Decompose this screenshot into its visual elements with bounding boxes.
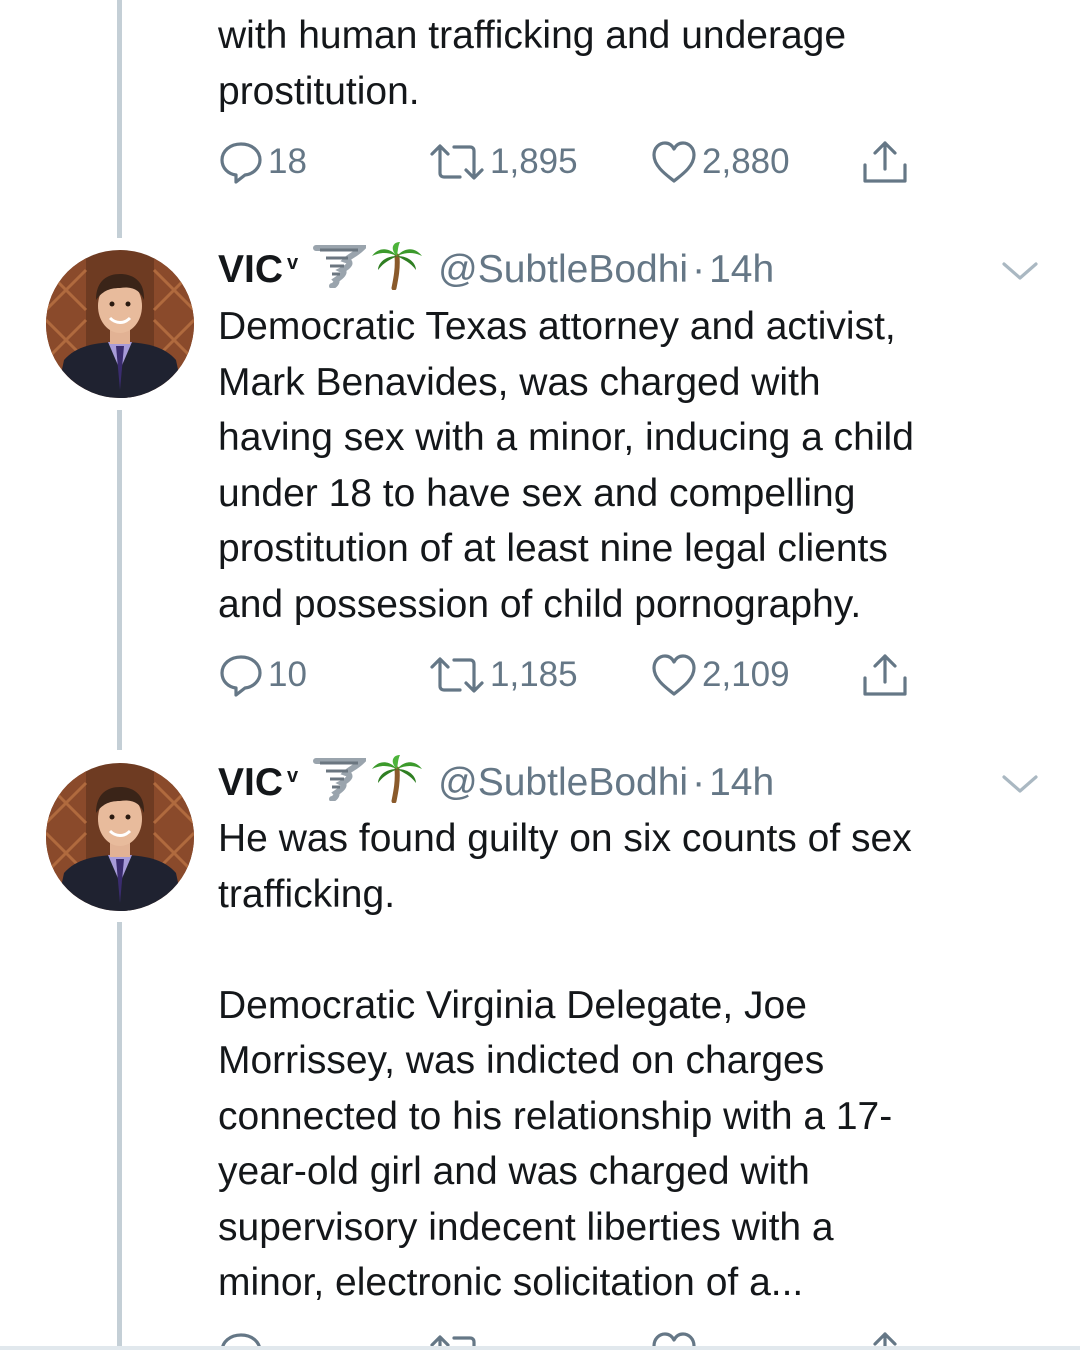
like-button[interactable]: 2,880 bbox=[650, 137, 790, 187]
screen-edge-divider bbox=[0, 1346, 1080, 1350]
reply-icon bbox=[220, 142, 262, 184]
thread-line-bottom bbox=[117, 922, 122, 1350]
tweet-2-text: Democratic Texas attorney and activist, … bbox=[218, 299, 1038, 632]
tweet-3-line: supervisory indecent liberties with a bbox=[218, 1205, 834, 1249]
tweet-2-line: under 18 to have sex and compelling bbox=[218, 471, 856, 515]
tweet-3-line: He was found guilty on six counts of sex bbox=[218, 817, 912, 860]
timestamp[interactable]: 14h bbox=[709, 248, 774, 292]
retweet-icon bbox=[430, 657, 484, 693]
avatar[interactable] bbox=[46, 250, 194, 398]
tweet-3-line: Morrissey, was indicted on charges bbox=[218, 1039, 825, 1082]
share-button[interactable] bbox=[860, 650, 910, 700]
reply-icon bbox=[220, 655, 262, 697]
avatar-photo bbox=[46, 763, 194, 911]
name-suffix: v bbox=[287, 765, 299, 787]
tweet-3-line: year-old girl and was charged with bbox=[218, 1150, 810, 1193]
share-button[interactable] bbox=[860, 137, 910, 187]
retweet-button[interactable]: 1,895 bbox=[428, 137, 578, 187]
retweet-icon bbox=[430, 144, 484, 180]
thread-line-middle bbox=[117, 410, 122, 750]
tweet-3-line: minor, electronic solicitation of a... bbox=[218, 1261, 804, 1304]
tweet-3-line: Democratic Virginia Delegate, Joe bbox=[218, 983, 807, 1027]
retweet-button[interactable]: 1,185 bbox=[428, 650, 578, 700]
thread-line-top bbox=[117, 0, 122, 238]
tweet-2-line: Mark Benavides, was charged with bbox=[218, 360, 821, 404]
like-icon bbox=[652, 654, 696, 696]
display-name[interactable]: VIC bbox=[218, 248, 283, 292]
like-count: 2,109 bbox=[702, 655, 790, 694]
share-icon bbox=[863, 654, 907, 696]
separator-dot: · bbox=[692, 761, 706, 804]
name-suffix: v bbox=[287, 252, 299, 274]
reply-button[interactable]: 18 bbox=[218, 137, 307, 187]
palm-tree-emoji bbox=[370, 753, 424, 813]
user-handle[interactable]: @SubtleBodhi bbox=[438, 248, 688, 292]
palm-tree-emoji bbox=[370, 240, 424, 300]
tornado-emoji bbox=[312, 242, 370, 298]
tweet-3-header: VIC v @SubtleBodhi · 14h bbox=[218, 755, 774, 807]
tweet-3-line: connected to his relationship with a 17- bbox=[218, 1094, 893, 1138]
tweet-top-text: with human trafficking and underage pros… bbox=[218, 8, 1038, 119]
like-button[interactable]: 2,109 bbox=[650, 650, 790, 700]
tweet-2-line: having sex with a minor, inducing a chil… bbox=[218, 416, 914, 459]
reply-count: 18 bbox=[268, 142, 307, 181]
separator-dot: · bbox=[692, 248, 706, 291]
user-handle[interactable]: @SubtleBodhi bbox=[438, 761, 688, 805]
share-icon bbox=[863, 141, 907, 183]
reply-button[interactable]: 10 bbox=[218, 650, 307, 700]
chevron-down-icon[interactable] bbox=[1000, 769, 1040, 799]
tweet-top-line: prostitution. bbox=[218, 69, 420, 113]
tweet-2-line: Democratic Texas attorney and activist, bbox=[218, 305, 896, 348]
display-name[interactable]: VIC bbox=[218, 761, 283, 805]
like-icon bbox=[652, 141, 696, 183]
tweet-2-header: VIC v @SubtleBodhi · 14h bbox=[218, 242, 774, 294]
like-count: 2,880 bbox=[702, 142, 790, 181]
tweet-3-line: trafficking. bbox=[218, 872, 396, 916]
retweet-count: 1,895 bbox=[490, 142, 578, 181]
timestamp[interactable]: 14h bbox=[709, 761, 774, 805]
tweet-2-actions: 10 1,185 2,109 bbox=[218, 650, 938, 700]
tweet-2-line: and possession of child pornography. bbox=[218, 582, 862, 626]
retweet-count: 1,185 bbox=[490, 655, 578, 694]
tweet-top-actions: 18 1,895 2,880 bbox=[218, 137, 938, 187]
tweet-top-line: with human trafficking and underage bbox=[218, 14, 847, 57]
tweet-3-text: He was found guilty on six counts of sex… bbox=[218, 811, 1038, 1311]
avatar[interactable] bbox=[46, 763, 194, 911]
reply-count: 10 bbox=[268, 655, 307, 694]
tornado-emoji bbox=[312, 755, 370, 811]
avatar-photo bbox=[46, 250, 194, 398]
chevron-down-icon[interactable] bbox=[1000, 256, 1040, 286]
tweet-2-line: prostitution of at least nine legal clie… bbox=[218, 527, 888, 570]
